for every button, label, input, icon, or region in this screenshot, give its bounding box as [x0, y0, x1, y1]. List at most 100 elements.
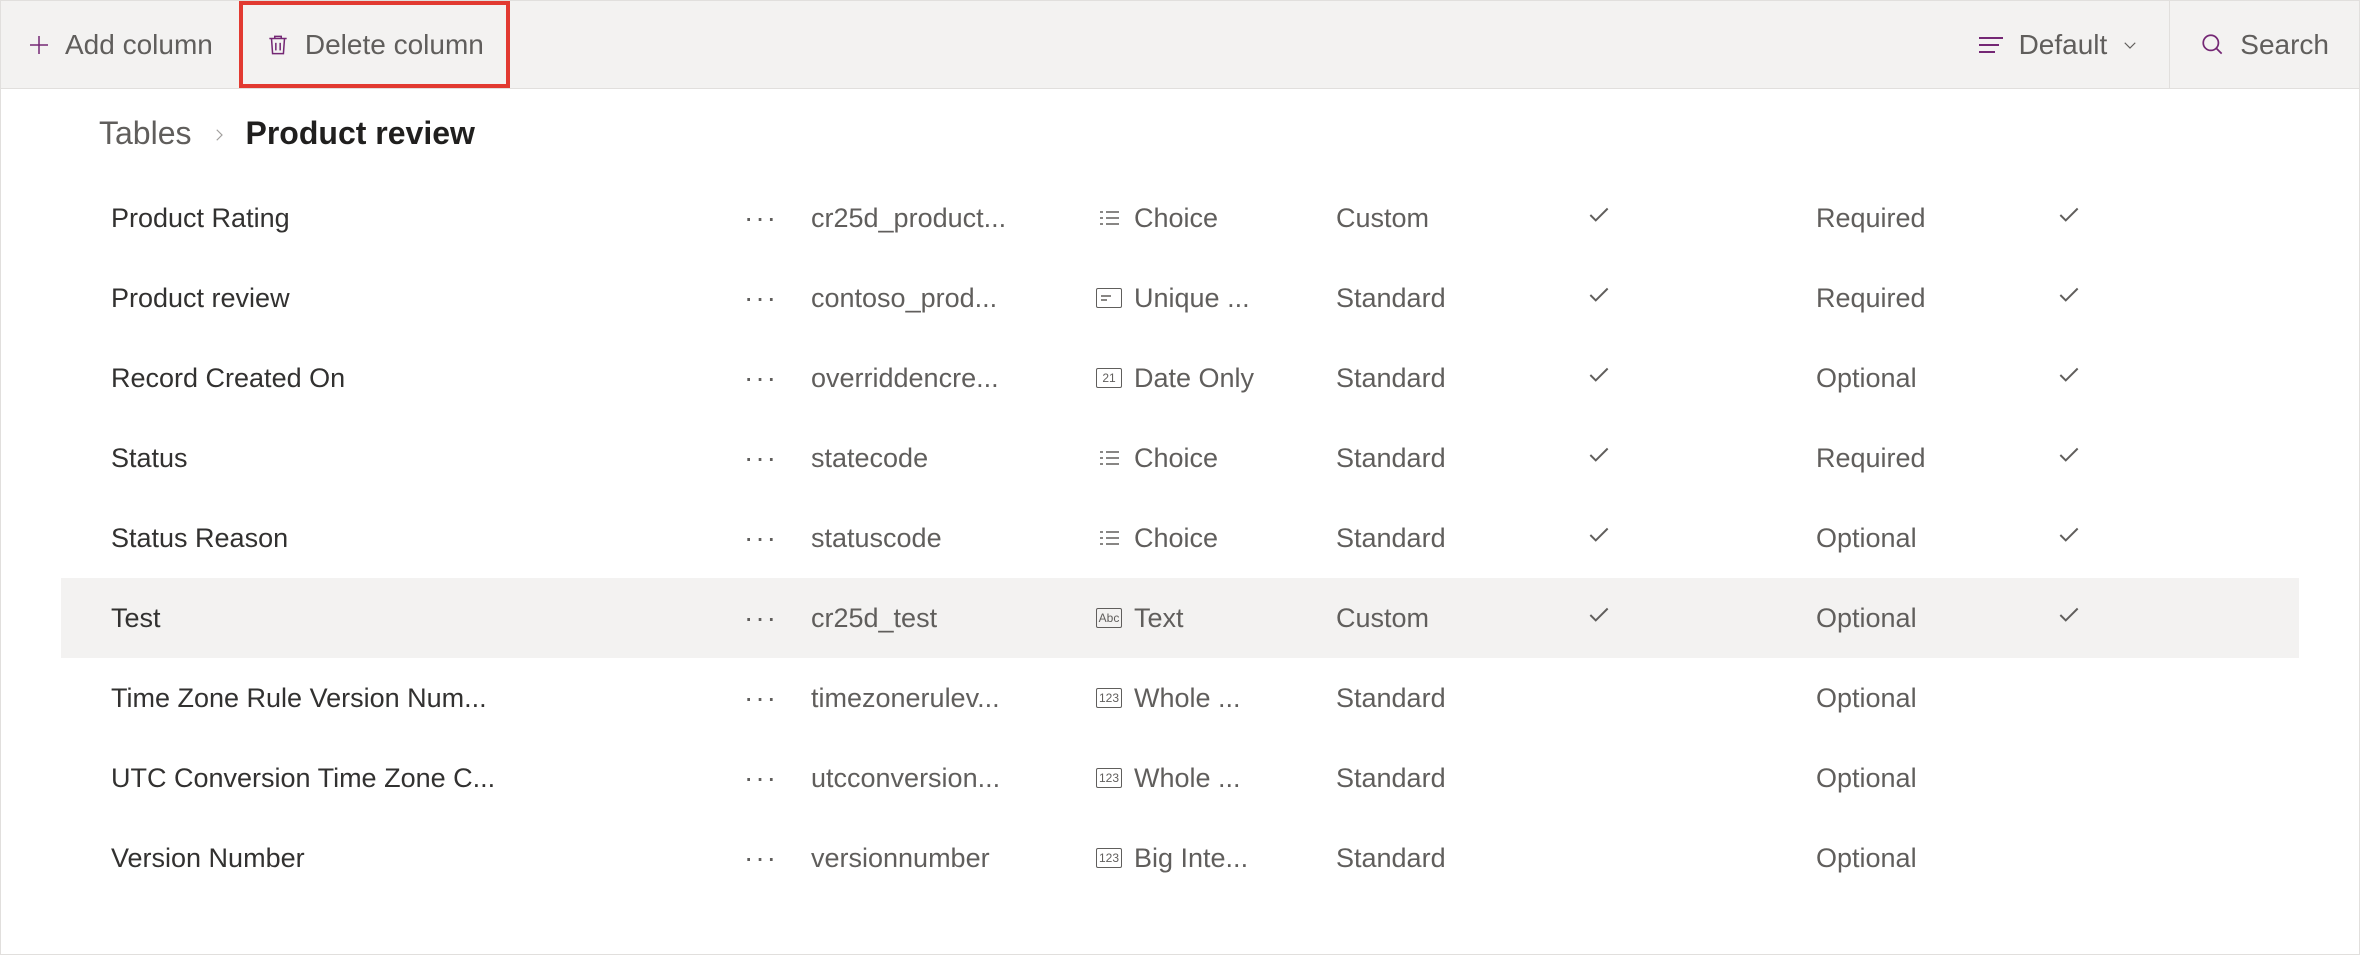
command-bar: Add column Delete column Default Search — [1, 1, 2359, 89]
col-datatype: 123Whole ... — [1096, 763, 1336, 794]
col-datatype: 123Whole ... — [1096, 683, 1336, 714]
row-more-button[interactable]: ··· — [711, 442, 811, 474]
searchable-check-icon — [2056, 202, 2136, 235]
plus-icon — [27, 33, 51, 57]
col-type: Standard — [1336, 523, 1586, 554]
datatype-icon — [1096, 528, 1122, 548]
col-display-name: Version Number — [111, 843, 711, 874]
col-datatype: Choice — [1096, 443, 1336, 474]
col-type: Standard — [1336, 683, 1586, 714]
col-display-name: Test — [111, 603, 711, 634]
view-selector[interactable]: Default — [1947, 1, 2170, 88]
col-display-name: Product review — [111, 283, 711, 314]
col-name: versionnumber — [811, 843, 1096, 874]
customizable-check-icon — [1586, 282, 1816, 315]
datatype-icon: 123 — [1096, 688, 1122, 708]
row-more-button[interactable]: ··· — [711, 362, 811, 394]
col-name: statecode — [811, 443, 1096, 474]
row-more-button[interactable]: ··· — [711, 842, 811, 874]
col-required: Optional — [1816, 603, 2056, 634]
customizable-check-icon — [1586, 202, 1816, 235]
col-datatype: Unique ... — [1096, 283, 1336, 314]
col-name: utcconversion... — [811, 763, 1096, 794]
add-column-button[interactable]: Add column — [1, 1, 239, 88]
col-datatype: AbcText — [1096, 603, 1336, 634]
breadcrumb-parent[interactable]: Tables — [99, 115, 192, 152]
table-row[interactable]: Status Reason···statuscodeChoiceStandard… — [61, 498, 2299, 578]
columns-list: Product Rating···cr25d_product...ChoiceC… — [1, 178, 2359, 898]
col-datatype: Choice — [1096, 203, 1336, 234]
row-more-button[interactable]: ··· — [711, 202, 811, 234]
col-required: Optional — [1816, 363, 2056, 394]
table-row[interactable]: Product review···contoso_prod...Unique .… — [61, 258, 2299, 338]
col-datatype: Choice — [1096, 523, 1336, 554]
col-display-name: Time Zone Rule Version Num... — [111, 683, 711, 714]
breadcrumb: Tables Product review — [1, 89, 2359, 178]
searchable-check-icon — [2056, 442, 2136, 475]
col-name: contoso_prod... — [811, 283, 1096, 314]
chevron-down-icon — [2121, 36, 2139, 54]
row-more-button[interactable]: ··· — [711, 762, 811, 794]
col-required: Required — [1816, 203, 2056, 234]
table-row[interactable]: Status···statecodeChoiceStandard Required — [61, 418, 2299, 498]
datatype-icon — [1096, 448, 1122, 468]
col-display-name: Status Reason — [111, 523, 711, 554]
customizable-check-icon — [1586, 522, 1816, 555]
col-name: timezonerulev... — [811, 683, 1096, 714]
col-type: Custom — [1336, 203, 1586, 234]
col-display-name: Product Rating — [111, 203, 711, 234]
customizable-check-icon — [1586, 362, 1816, 395]
view-selector-label: Default — [2019, 29, 2108, 61]
datatype-icon — [1096, 288, 1122, 308]
col-datatype: 123Big Inte... — [1096, 843, 1336, 874]
trash-icon — [265, 32, 291, 58]
search-button[interactable]: Search — [2170, 1, 2359, 88]
datatype-icon: 123 — [1096, 768, 1122, 788]
col-name: cr25d_test — [811, 603, 1096, 634]
list-icon — [1977, 34, 2005, 56]
row-more-button[interactable]: ··· — [711, 282, 811, 314]
col-display-name: UTC Conversion Time Zone C... — [111, 763, 711, 794]
searchable-check-icon — [2056, 362, 2136, 395]
col-name: overriddencre... — [811, 363, 1096, 394]
customizable-check-icon — [1586, 602, 1816, 635]
col-display-name: Status — [111, 443, 711, 474]
col-type: Standard — [1336, 363, 1586, 394]
col-required: Optional — [1816, 763, 2056, 794]
col-type: Standard — [1336, 843, 1586, 874]
table-row[interactable]: UTC Conversion Time Zone C...···utcconve… — [61, 738, 2299, 818]
datatype-icon: Abc — [1096, 608, 1122, 628]
row-more-button[interactable]: ··· — [711, 682, 811, 714]
searchable-check-icon — [2056, 602, 2136, 635]
col-display-name: Record Created On — [111, 363, 711, 394]
datatype-icon: 123 — [1096, 848, 1122, 868]
col-required: Required — [1816, 443, 2056, 474]
table-row[interactable]: Version Number···versionnumber123Big Int… — [61, 818, 2299, 898]
row-more-button[interactable]: ··· — [711, 522, 811, 554]
table-row[interactable]: Time Zone Rule Version Num...···timezone… — [61, 658, 2299, 738]
col-name: statuscode — [811, 523, 1096, 554]
table-row[interactable]: Record Created On···overriddencre...21Da… — [61, 338, 2299, 418]
search-label: Search — [2240, 29, 2329, 61]
searchable-check-icon — [2056, 522, 2136, 555]
table-row[interactable]: Test···cr25d_testAbcTextCustomOptional — [61, 578, 2299, 658]
search-icon — [2200, 32, 2226, 58]
delete-column-label: Delete column — [305, 29, 484, 61]
col-type: Standard — [1336, 443, 1586, 474]
col-type: Standard — [1336, 283, 1586, 314]
datatype-icon — [1096, 208, 1122, 228]
col-type: Standard — [1336, 763, 1586, 794]
searchable-check-icon — [2056, 282, 2136, 315]
chevron-right-icon — [210, 115, 228, 152]
col-datatype: 21Date Only — [1096, 363, 1336, 394]
col-required: Optional — [1816, 523, 2056, 554]
datatype-icon: 21 — [1096, 368, 1122, 388]
delete-column-button[interactable]: Delete column — [239, 1, 510, 88]
table-row[interactable]: Product Rating···cr25d_product...ChoiceC… — [61, 178, 2299, 258]
customizable-check-icon — [1586, 442, 1816, 475]
col-required: Required — [1816, 283, 2056, 314]
row-more-button[interactable]: ··· — [711, 602, 811, 634]
add-column-label: Add column — [65, 29, 213, 61]
col-required: Optional — [1816, 843, 2056, 874]
col-name: cr25d_product... — [811, 203, 1096, 234]
